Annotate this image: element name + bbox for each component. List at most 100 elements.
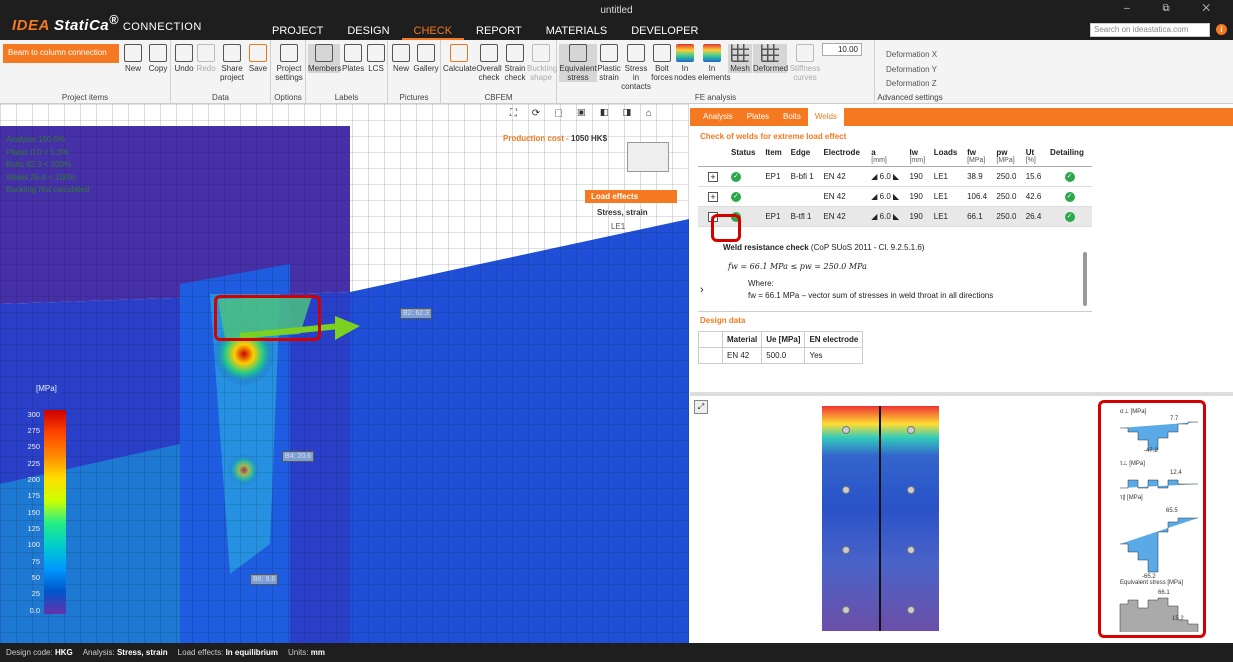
lcs-button[interactable]: LCS xyxy=(366,44,386,73)
in-elements-button[interactable]: In elements xyxy=(698,44,730,82)
table-row[interactable]: + ✓ EN 42 ◢ 6.0 ◣ 190 LE1 106.4 250.0 42.6 ✓ xyxy=(698,186,1092,207)
detailing-ok-icon: ✓ xyxy=(1064,212,1075,222)
deformed-icon xyxy=(761,44,779,62)
detail-scrollbar[interactable] xyxy=(1083,252,1087,306)
stress-icon xyxy=(569,44,587,62)
main-nav: PROJECT DESIGN CHECK REPORT MATERIALS DE… xyxy=(260,24,710,40)
group-data: Undo Redo Share project Save Data xyxy=(171,40,271,104)
expand-icon[interactable]: ⤢ xyxy=(694,400,708,414)
le1-node[interactable]: LE1 xyxy=(585,217,677,231)
strain-icon xyxy=(600,44,618,62)
equivalent-stress-button[interactable]: Equivalent stress xyxy=(559,44,597,82)
redo-button[interactable]: Redo xyxy=(195,44,217,73)
group-project-items: Beam to column connection New Copy Proje… xyxy=(0,40,171,104)
tab-materials[interactable]: MATERIALS xyxy=(534,24,620,40)
strain-check-button[interactable]: Strain check xyxy=(503,44,527,82)
detailing-ok-icon: ✓ xyxy=(1064,172,1075,182)
status-bar: Design code: HKG Analysis: Stress, strai… xyxy=(0,643,1233,662)
undo-button[interactable]: Undo xyxy=(173,44,195,73)
stress-strain-node[interactable]: Stress, strain xyxy=(585,203,677,217)
mesh-button[interactable]: Mesh xyxy=(728,44,752,73)
status-analysis: Analysis: Stress, strain xyxy=(82,648,168,657)
fe-model-render xyxy=(0,104,689,643)
deformed-button[interactable]: Deformed xyxy=(753,44,788,73)
gallery-button[interactable]: Gallery xyxy=(413,44,439,73)
legend-color-bar xyxy=(44,410,66,614)
tab-plates[interactable]: Plates xyxy=(740,108,776,126)
window-controls[interactable]: – ⧉ ✕ xyxy=(1124,3,1225,14)
load-effects-header[interactable]: Load effects xyxy=(585,190,677,203)
lcs-icon xyxy=(367,44,385,62)
copy-icon xyxy=(149,44,167,62)
detail-explanation: fw = 66.1 MPa – vector sum of stresses i… xyxy=(748,291,994,300)
summary-buckling: Buckling Not calculated xyxy=(6,185,90,194)
tab-check[interactable]: CHECK xyxy=(401,24,465,40)
plates-label-button[interactable]: Plates xyxy=(342,44,364,73)
expand-row-button[interactable]: + xyxy=(708,171,718,182)
share-project-button[interactable]: Share project xyxy=(219,44,245,82)
expand-arrow-icon[interactable]: › xyxy=(700,284,704,296)
gallery-icon xyxy=(417,44,435,62)
members-icon xyxy=(315,44,333,62)
table-row[interactable]: + ✓ EP1 B-bfi 1 EN 42 ◢ 6.0 ◣ 190 LE1 38.9 25… xyxy=(698,166,1092,187)
deformation-scale-input[interactable]: 10.00 xyxy=(822,43,862,56)
stiffness-icon xyxy=(796,44,814,62)
tab-project[interactable]: PROJECT xyxy=(260,24,335,40)
stress-in-contacts-button[interactable]: Stress in contacts xyxy=(621,44,651,91)
window-title: untitled xyxy=(600,5,633,16)
project-settings-button[interactable]: Project settings xyxy=(273,44,305,82)
ribbon: Beam to column connection New Copy Proje… xyxy=(0,40,1233,104)
new-icon xyxy=(124,44,142,62)
tab-analysis[interactable]: Analysis xyxy=(696,108,740,126)
save-button[interactable]: Save xyxy=(247,44,269,73)
in-nodes-button[interactable]: In nodes xyxy=(674,44,696,82)
view-toolbar[interactable]: ⛶ ⟳ ⬚ ▣ ◧ ◨ ⌂ xyxy=(510,108,658,119)
status-units: Units: mm xyxy=(288,648,325,657)
tab-bolts[interactable]: Bolts xyxy=(776,108,808,126)
view-cube-icon[interactable] xyxy=(627,142,669,172)
deformation-z-option[interactable]: Deformation Z xyxy=(886,77,937,92)
production-cost: Production cost - 1050 HK$ xyxy=(503,134,608,143)
bolt-forces-button[interactable]: Bolt forces xyxy=(651,44,673,82)
group-pictures: New Gallery Pictures xyxy=(388,40,441,104)
tab-developer[interactable]: DEVELOPER xyxy=(619,24,710,40)
design-data-title: Design data xyxy=(700,316,746,325)
legend-title: [MPa] xyxy=(36,384,57,393)
copy-button[interactable]: Copy xyxy=(146,44,170,73)
bolt-force-tag: B4: 20.6 xyxy=(282,451,315,462)
table-header: Status Item Edge Electrode a [mm] lw [mm] … xyxy=(698,146,1092,167)
calculate-button[interactable]: Calculate xyxy=(443,44,476,73)
search-input[interactable]: Search on ideastatica.com xyxy=(1090,23,1210,37)
tab-report[interactable]: REPORT xyxy=(464,24,534,40)
info-icon[interactable]: i xyxy=(1216,24,1227,35)
title-bar: IDEA StatiCa® CONNECTION untitled – ⧉ ✕ P… xyxy=(0,0,1233,40)
deformation-x-option[interactable]: Deformation X xyxy=(886,48,937,63)
undo-icon xyxy=(175,44,193,62)
status-load-effects: Load effects: In equilibrium xyxy=(177,648,279,657)
bolt-icon xyxy=(653,44,671,62)
table-row: EN 42 500.0 Yes xyxy=(698,347,864,364)
plastic-strain-button[interactable]: Plastic strain xyxy=(597,44,621,82)
tab-design[interactable]: DESIGN xyxy=(335,24,401,40)
stiffness-curves-button[interactable]: Stiffness curves xyxy=(788,44,822,82)
calculate-icon xyxy=(450,44,468,62)
group-options: Project settings Options xyxy=(271,40,306,104)
picture-icon xyxy=(392,44,410,62)
buckling-shape-button[interactable]: Buckling shape xyxy=(527,44,557,82)
summary-analysis: Analysis 100.0% xyxy=(6,135,66,144)
check-results-panel: Analysis Plates Bolts Welds Check of wel… xyxy=(690,104,1233,643)
tab-welds[interactable]: Welds xyxy=(807,108,844,126)
deformation-y-option[interactable]: Deformation Y xyxy=(886,63,937,78)
table-row-selected[interactable]: − ✓ EP1 B-tfl 1 EN 42 ◢ 6.0 ◣ 190 LE1 66.1 25… xyxy=(698,206,1092,227)
status-ok-icon: ✓ xyxy=(731,192,741,202)
new-picture-button[interactable]: New xyxy=(390,44,412,73)
new-project-button[interactable]: New xyxy=(122,44,144,73)
panel-splitter[interactable] xyxy=(690,392,1233,396)
gear-icon xyxy=(280,44,298,62)
members-label-button[interactable]: Members xyxy=(308,44,341,73)
collapse-highlight-box xyxy=(711,214,741,242)
3d-viewport[interactable]: ⛶ ⟳ ⬚ ▣ ◧ ◨ ⌂ Production cost - 1050 HK$… xyxy=(0,104,689,643)
topology-dropdown[interactable]: Beam to column connection xyxy=(3,44,119,63)
overall-check-button[interactable]: Overall check xyxy=(476,44,502,82)
expand-row-button[interactable]: + xyxy=(708,191,718,202)
